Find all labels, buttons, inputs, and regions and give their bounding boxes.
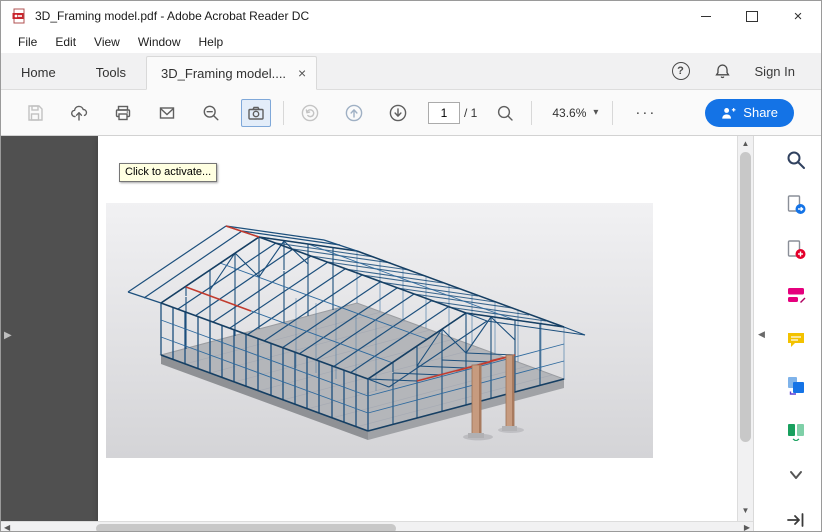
chevron-down-icon: ▾	[593, 107, 598, 118]
tabstrip-right-cluster: ? Sign In	[672, 53, 795, 89]
close-button[interactable]: ×	[775, 1, 821, 31]
search-icon	[785, 149, 807, 171]
page-up-icon	[344, 103, 364, 123]
tab-strip: Home Tools 3D_Framing model.... × ? Sign…	[1, 53, 821, 90]
save-icon	[25, 103, 45, 123]
scroll-left-icon[interactable]: ◀	[4, 523, 10, 532]
camera-icon	[246, 103, 266, 123]
combine-files-icon	[785, 374, 807, 396]
framing-model-3d-annotation[interactable]	[106, 203, 653, 458]
print-button[interactable]	[111, 101, 135, 125]
export-pdf-icon	[785, 194, 807, 216]
menu-window[interactable]: Window	[129, 32, 190, 52]
previous-view-button[interactable]	[298, 101, 322, 125]
toolbar-separator	[283, 101, 284, 125]
maximize-icon	[746, 11, 758, 22]
menu-view[interactable]: View	[85, 32, 129, 52]
tab-document[interactable]: 3D_Framing model.... ×	[146, 56, 317, 90]
page-number-input[interactable]	[428, 102, 460, 124]
activate-tooltip: Click to activate...	[119, 163, 217, 182]
page-down-icon	[388, 103, 408, 123]
vertical-scrollbar-thumb[interactable]	[740, 152, 751, 442]
scroll-up-icon[interactable]: ▲	[738, 139, 753, 148]
more-tools-button[interactable]: ···	[635, 104, 656, 121]
menu-edit[interactable]: Edit	[46, 32, 85, 52]
toolbar-separator	[531, 101, 532, 125]
window-controls: ×	[683, 1, 821, 31]
document-column: ▶	[1, 136, 753, 532]
zoom-out-button[interactable]	[199, 101, 223, 125]
tab-home[interactable]: Home	[1, 56, 76, 89]
horizontal-scrollbar-thumb[interactable]	[96, 524, 396, 532]
window-title: 3D_Framing model.pdf - Adobe Acrobat Rea…	[35, 9, 309, 23]
zoom-level-dropdown[interactable]: 43.6% ▾	[552, 106, 598, 120]
acrobat-reader-window: 3D_Framing model.pdf - Adobe Acrobat Rea…	[0, 0, 822, 532]
combine-files-button[interactable]	[784, 373, 808, 397]
open-tools-pane-button[interactable]	[784, 508, 808, 532]
tools-panel-icons	[754, 148, 821, 532]
menu-bar: File Edit View Window Help	[1, 31, 821, 53]
scroll-down-icon[interactable]: ▼	[738, 506, 753, 515]
horizontal-scrollbar[interactable]: ◀ ▶	[1, 521, 753, 532]
previous-page-button[interactable]	[342, 101, 366, 125]
minimize-button[interactable]	[683, 1, 729, 31]
menu-file[interactable]: File	[9, 32, 46, 52]
help-icon[interactable]: ?	[672, 62, 690, 80]
comment-icon	[785, 329, 807, 351]
more-tools-chevron-button[interactable]	[784, 463, 808, 487]
page-count-label: / 1	[464, 106, 477, 120]
pdf-page[interactable]	[98, 136, 737, 521]
toolbar-separator	[612, 101, 613, 125]
bell-icon[interactable]	[714, 63, 731, 80]
expand-left-pane-icon[interactable]: ▶	[4, 330, 12, 341]
sign-in-button[interactable]: Sign In	[755, 64, 795, 79]
share-person-icon	[721, 106, 736, 120]
zoom-level-value: 43.6%	[552, 106, 586, 120]
tab-close-icon[interactable]: ×	[298, 65, 306, 81]
vertical-scrollbar[interactable]: ▲ ▼	[737, 136, 753, 521]
next-page-button[interactable]	[386, 101, 410, 125]
previous-view-icon	[300, 103, 320, 123]
document-viewport: ▶	[1, 136, 737, 521]
tab-tools[interactable]: Tools	[76, 56, 146, 89]
edit-pdf-button[interactable]	[784, 283, 808, 307]
tools-panel: ◀	[753, 136, 821, 532]
organize-pages-icon	[785, 419, 807, 441]
close-icon: ×	[794, 9, 803, 24]
save-to-cloud-button[interactable]	[67, 101, 91, 125]
cloud-upload-icon	[69, 103, 89, 123]
minimize-icon	[701, 16, 711, 17]
scroll-right-icon[interactable]: ▶	[744, 523, 750, 532]
create-pdf-icon	[785, 239, 807, 261]
organize-pages-button[interactable]	[784, 418, 808, 442]
framing-model-image	[106, 203, 653, 458]
edit-pdf-icon	[785, 284, 807, 306]
menu-help[interactable]: Help	[190, 32, 233, 52]
document-scroll-region: ▶	[1, 136, 753, 521]
printer-icon	[113, 103, 133, 123]
pdf-file-icon	[11, 8, 27, 24]
comment-button[interactable]	[784, 328, 808, 352]
zoom-out-icon	[201, 103, 221, 123]
find-button[interactable]	[493, 101, 517, 125]
envelope-icon	[157, 103, 177, 123]
create-pdf-button[interactable]	[784, 238, 808, 262]
maximize-button[interactable]	[729, 1, 775, 31]
share-label: Share	[743, 105, 778, 120]
save-button[interactable]	[23, 101, 47, 125]
toolbar: / 1 43.6% ▾ ··· Share	[1, 90, 821, 136]
email-button[interactable]	[155, 101, 179, 125]
main-area: ▶	[1, 136, 821, 532]
open-pane-arrow-icon	[785, 509, 807, 531]
find-icon	[495, 103, 515, 123]
snapshot-tool-button[interactable]	[241, 99, 271, 127]
export-pdf-button[interactable]	[784, 193, 808, 217]
search-tool-button[interactable]	[784, 148, 808, 172]
share-button[interactable]: Share	[705, 99, 794, 127]
chevron-down-icon	[785, 464, 807, 486]
title-bar: 3D_Framing model.pdf - Adobe Acrobat Rea…	[1, 1, 821, 31]
tab-document-label: 3D_Framing model....	[161, 66, 286, 81]
